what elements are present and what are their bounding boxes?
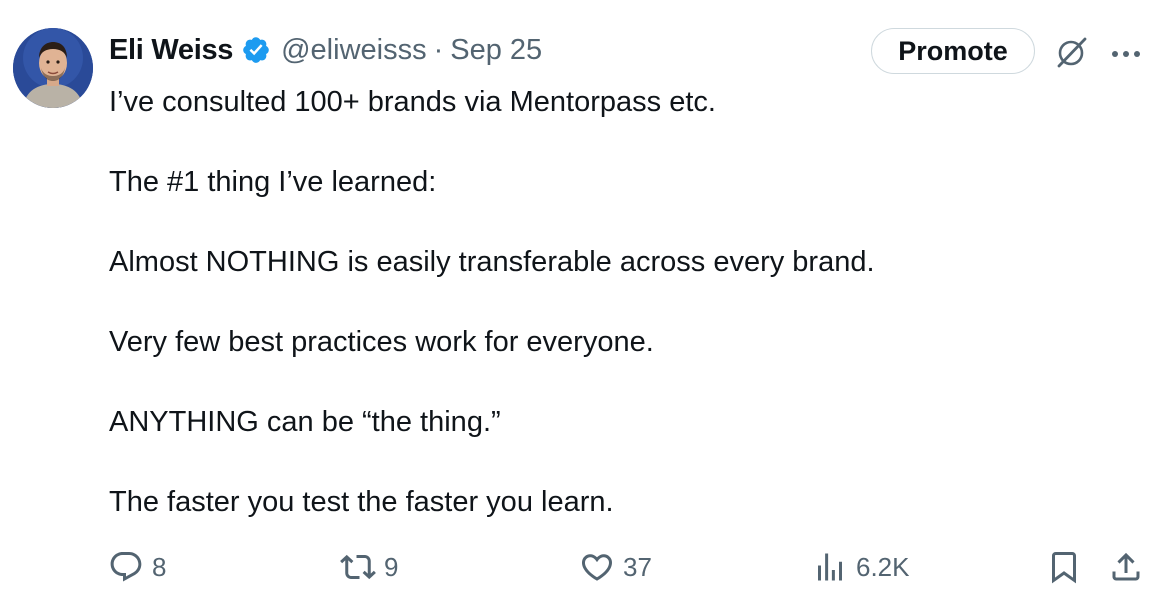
reply-count: 8 (152, 551, 167, 582)
more-icon[interactable] (1108, 36, 1144, 72)
action-bar: 8 9 37 6.2K (0, 545, 1164, 589)
tweet-date[interactable]: Sep 25 (450, 34, 542, 67)
tweet-text: I’ve consulted 100+ brands via Mentorpas… (109, 82, 1129, 522)
tweet-line: The faster you test the faster you learn… (109, 486, 614, 518)
views-icon (818, 553, 842, 581)
separator-dot: · (433, 33, 444, 66)
share-button[interactable] (1108, 545, 1144, 589)
repost-button[interactable]: 9 (340, 545, 398, 589)
promote-button[interactable]: Promote (871, 28, 1035, 74)
author-name[interactable]: Eli Weiss (109, 34, 233, 67)
tweet: Eli Weiss @eliweisss · Sep 25 Promote I’… (0, 0, 1164, 608)
grok-icon[interactable] (1054, 34, 1090, 70)
verified-badge-icon (241, 35, 271, 65)
bookmark-icon (1052, 552, 1076, 584)
avatar-image (13, 28, 93, 108)
tweet-line: I’ve consulted 100+ brands via Mentorpas… (109, 86, 716, 118)
tweet-header: Eli Weiss @eliweisss · Sep 25 (109, 30, 542, 70)
bookmark-button[interactable] (1046, 545, 1082, 589)
tweet-line: Almost NOTHING is easily transferable ac… (109, 246, 875, 278)
reply-icon (110, 552, 142, 582)
views-count: 6.2K (856, 551, 910, 582)
tweet-line: The #1 thing I’ve learned: (109, 166, 437, 198)
repost-icon (340, 554, 376, 580)
views-button[interactable]: 6.2K (812, 545, 910, 589)
like-count: 37 (623, 551, 652, 582)
share-icon (1112, 552, 1140, 581)
tweet-line: ANYTHING can be “the thing.” (109, 406, 501, 438)
tweet-line: Very few best practices work for everyon… (109, 326, 654, 358)
reply-button[interactable]: 8 (108, 545, 166, 589)
like-button[interactable]: 37 (579, 545, 652, 589)
repost-count: 9 (384, 551, 399, 582)
heart-icon (581, 554, 613, 581)
avatar[interactable] (13, 28, 93, 108)
author-handle[interactable]: @eliweisss (281, 34, 426, 67)
